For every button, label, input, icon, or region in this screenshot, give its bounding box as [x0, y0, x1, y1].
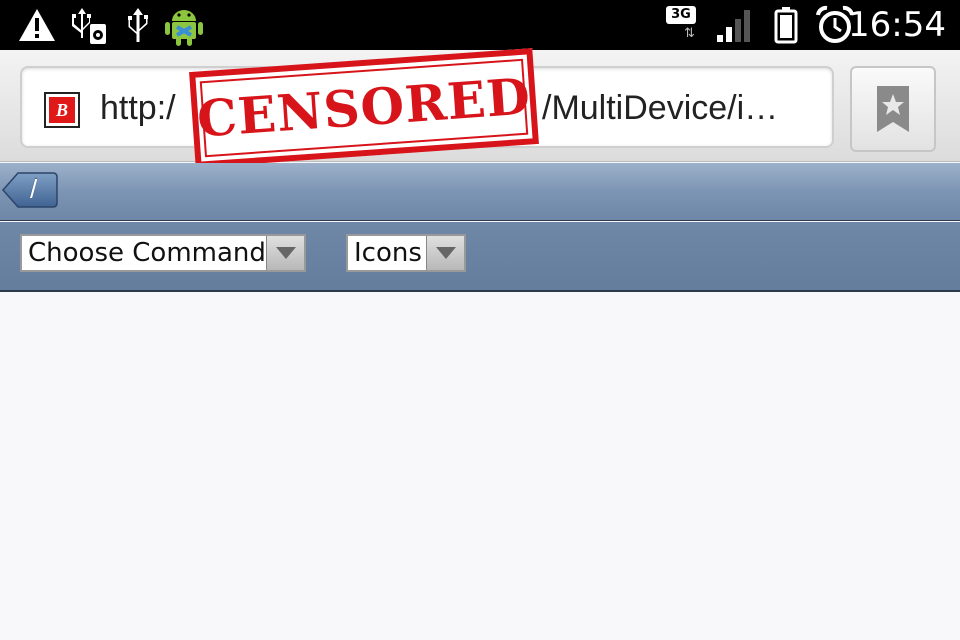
command-toolbar: Choose Command Icons [0, 222, 960, 292]
bookmark-star-icon [877, 86, 909, 132]
usb-icon [122, 6, 154, 44]
view-mode-select[interactable]: Icons [346, 234, 466, 272]
warning-icon [16, 6, 58, 44]
back-button[interactable]: / [2, 170, 58, 210]
bookmark-button[interactable] [850, 66, 936, 152]
signal-icon [714, 6, 756, 44]
stamp-inner-border [199, 58, 529, 158]
url-text-suffix: /MultiDevice/i… [542, 89, 779, 127]
site-favicon: B [44, 92, 80, 128]
usb-debug-icon [68, 6, 108, 44]
app-header: / [0, 163, 960, 221]
back-button-label: / [30, 174, 38, 204]
network-type-badge: 3G [666, 6, 696, 24]
view-mode-select-value: Icons [354, 238, 422, 268]
chevron-down-icon [426, 236, 464, 270]
url-text-prefix: http:/ [100, 89, 176, 127]
status-bar: 3G ⇅ 16:54 [0, 0, 960, 50]
content-area [0, 293, 960, 640]
battery-icon [770, 6, 802, 44]
data-activity-icon: ⇅ [684, 26, 695, 41]
chevron-down-icon [266, 236, 304, 270]
favicon-letter: B [49, 97, 75, 123]
status-time: 16:54 [848, 5, 946, 45]
command-select-value: Choose Command [28, 238, 266, 268]
android-icon [160, 6, 208, 46]
command-select[interactable]: Choose Command [20, 234, 306, 272]
